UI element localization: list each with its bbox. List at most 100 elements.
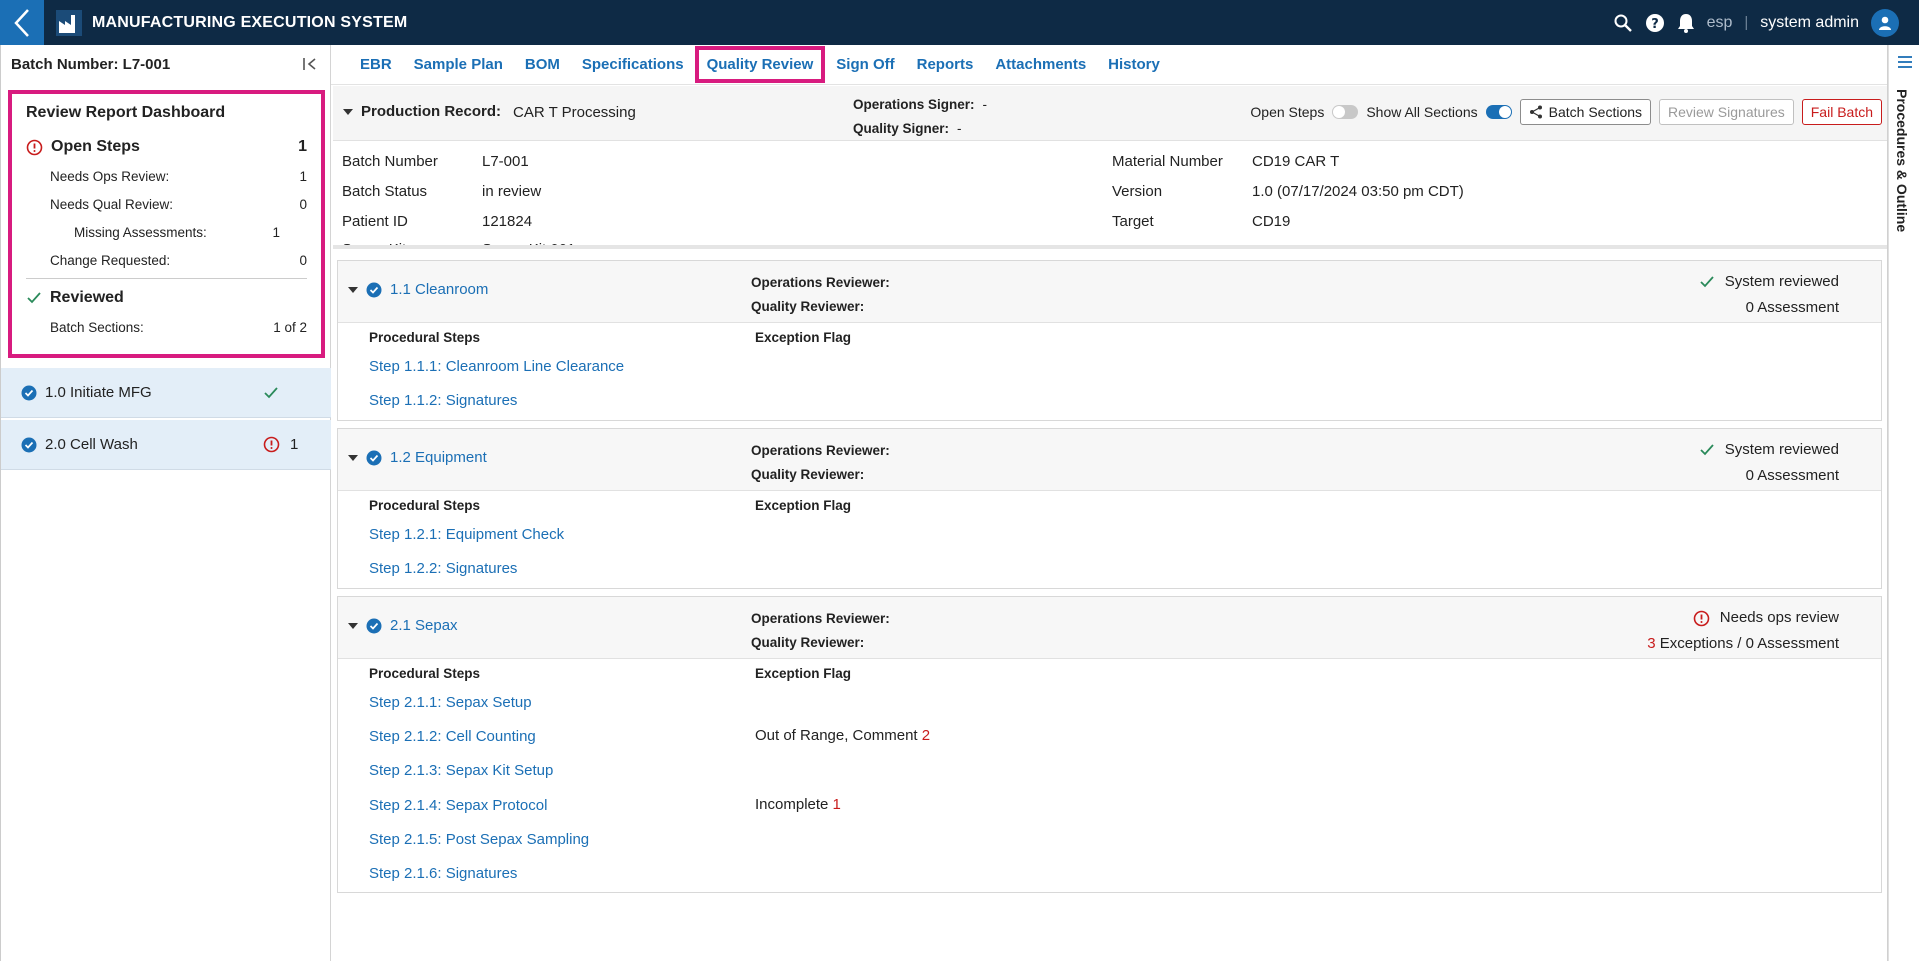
missing-assessments-row[interactable]: Missing Assessments: 1	[26, 225, 280, 240]
quality-signer-value: -	[957, 121, 962, 136]
review-signatures-button[interactable]: Review Signatures	[1659, 99, 1794, 125]
needs-ops-row[interactable]: Needs Ops Review: 1	[26, 169, 307, 184]
field-label: Target	[1112, 213, 1154, 230]
tab-specifications[interactable]: Specifications	[571, 48, 695, 81]
tab-sign-off[interactable]: Sign Off	[825, 48, 905, 81]
section-reviewers: Operations Reviewer: Quality Reviewer:	[751, 271, 890, 319]
step-link[interactable]: Step 2.1.2: Cell Counting	[369, 728, 536, 745]
exception-flag-text: Out of Range, Comment	[755, 727, 918, 744]
operations-reviewer-label: Operations Reviewer:	[751, 443, 890, 458]
top-bar: MANUFACTURING EXECUTION SYSTEM ? esp | s…	[0, 0, 1919, 45]
step-link[interactable]: Step 1.1.1: Cleanroom Line Clearance	[369, 358, 624, 375]
sepax-kit-field: Sepax KitSepax Kit 001	[342, 241, 575, 245]
field-value: 1.0 (07/17/2024 03:50 pm CDT)	[1252, 183, 1464, 200]
quality-reviewer-label: Quality Reviewer:	[751, 635, 865, 650]
collapse-panel-icon[interactable]	[302, 57, 318, 71]
show-all-sections-toggle[interactable]	[1485, 105, 1512, 119]
share-icon	[1529, 105, 1542, 119]
procedural-steps-header: Procedural Steps	[369, 666, 481, 681]
batch-status-field: Batch Status in review	[342, 183, 541, 200]
needs-qual-row[interactable]: Needs Qual Review: 0	[26, 197, 307, 212]
tab-ebr[interactable]: EBR	[349, 48, 403, 81]
needs-qual-count: 0	[299, 197, 307, 212]
sidebar-item-initiate-mfg[interactable]: 1.0 Initiate MFG	[1, 368, 331, 418]
tab-attachments[interactable]: Attachments	[984, 48, 1097, 81]
step-link[interactable]: Step 2.1.4: Sepax Protocol	[369, 797, 547, 814]
batch-sections-button-label: Batch Sections	[1548, 104, 1643, 120]
section-header: 1.2 Equipment Operations Reviewer: Quali…	[338, 429, 1881, 491]
tab-reports[interactable]: Reports	[906, 48, 985, 81]
material-number-field: Material Number CD19 CAR T	[1112, 153, 1339, 170]
language-selector[interactable]: esp	[1707, 14, 1733, 32]
sidebar-item-cell-wash[interactable]: 2.0 Cell Wash 1	[1, 420, 331, 470]
exception-flag: Incomplete 1	[755, 796, 841, 813]
tab-history[interactable]: History	[1097, 48, 1171, 81]
section-reviewers: Operations Reviewer: Quality Reviewer:	[751, 439, 890, 487]
top-right-actions: ? esp | system admin	[1613, 0, 1899, 45]
exceptions-count: 3	[1647, 635, 1656, 652]
sidebar-item-label: 1.0 Initiate MFG	[45, 384, 152, 401]
back-button[interactable]	[0, 0, 44, 45]
open-steps-row[interactable]: Open Steps 1	[26, 138, 307, 156]
procedural-steps-header: Procedural Steps	[369, 498, 481, 513]
check-icon	[1700, 444, 1714, 456]
assessment-text: 0 Assessment	[1745, 299, 1839, 316]
section-toggle[interactable]: 2.1 Sepax	[348, 617, 458, 634]
step-link[interactable]: Step 2.1.3: Sepax Kit Setup	[369, 762, 553, 779]
exception-flag-count[interactable]: 1	[833, 796, 841, 813]
divider: |	[1744, 14, 1749, 31]
batch-sections-row: Batch Sections: 1 of 2	[26, 320, 307, 335]
help-icon[interactable]: ?	[1645, 13, 1665, 33]
step-link[interactable]: Step 1.2.2: Signatures	[369, 560, 517, 577]
section-toggle[interactable]: 1.1 Cleanroom	[348, 281, 488, 298]
step-link[interactable]: Step 1.1.2: Signatures	[369, 392, 517, 409]
procedures-outline-label[interactable]: Procedures & Outline	[1894, 89, 1910, 232]
section-title: 1.2 Equipment	[390, 449, 487, 466]
bell-icon[interactable]	[1677, 13, 1695, 33]
review-section-sepax: 2.1 Sepax Operations Reviewer: Quality R…	[337, 596, 1882, 893]
check-circle-icon	[366, 282, 382, 297]
fail-batch-button[interactable]: Fail Batch	[1801, 99, 1882, 125]
step-link[interactable]: Step 1.2.1: Equipment Check	[369, 526, 564, 543]
section-title: 1.1 Cleanroom	[390, 281, 489, 298]
factory-icon	[56, 9, 82, 36]
field-value: CD19 CAR T	[1252, 153, 1340, 170]
open-steps-label: Open Steps	[51, 138, 140, 155]
open-steps-toggle[interactable]	[1332, 105, 1359, 119]
right-rail[interactable]: Procedures & Outline	[1888, 45, 1919, 961]
version-field: Version 1.0 (07/17/2024 03:50 pm CDT)	[1112, 183, 1464, 200]
search-icon[interactable]	[1613, 13, 1633, 33]
batch-details: Batch Number L7-001 Batch Status in review…	[333, 141, 1887, 249]
status-text: Needs ops review	[1719, 609, 1839, 626]
needs-ops-label: Needs Ops Review:	[50, 169, 170, 184]
step-link[interactable]: Step 2.1.1: Sepax Setup	[369, 694, 532, 711]
svg-text:?: ?	[1651, 17, 1659, 32]
production-record-toggle[interactable]: Production Record:	[343, 103, 501, 120]
section-status: System reviewed 0 Assessment	[1699, 437, 1839, 489]
production-record-bar: Production Record: CAR T Processing Oper…	[333, 86, 1887, 141]
tab-sample-plan[interactable]: Sample Plan	[403, 48, 514, 81]
batch-header: Batch Number: L7-001	[1, 45, 330, 83]
status-text: System reviewed	[1724, 441, 1839, 458]
tab-bom[interactable]: BOM	[514, 48, 571, 81]
signers: Operations Signer: - Quality Signer: -	[853, 93, 987, 141]
assessment-text: 0 Assessment	[1745, 467, 1839, 484]
step-link[interactable]: Step 2.1.6: Signatures	[369, 865, 517, 882]
step-link[interactable]: Step 2.1.5: Post Sepax Sampling	[369, 831, 589, 848]
exception-flag-header: Exception Flag	[755, 330, 852, 345]
section-toggle[interactable]: 1.2 Equipment	[348, 449, 487, 466]
menu-icon[interactable]	[1897, 55, 1913, 69]
check-icon	[27, 292, 41, 304]
batch-sections-button[interactable]: Batch Sections	[1519, 99, 1652, 125]
user-name[interactable]: system admin	[1760, 14, 1859, 32]
assessment-text: Exceptions / 0 Assessment	[1659, 635, 1839, 652]
exception-flag-count[interactable]: 2	[922, 727, 930, 744]
app-title: MANUFACTURING EXECUTION SYSTEM	[92, 13, 408, 31]
reviewed-row[interactable]: Reviewed	[26, 289, 307, 307]
caret-down-icon	[348, 286, 358, 293]
exception-flag-text: Incomplete	[755, 796, 829, 813]
avatar[interactable]	[1871, 8, 1899, 37]
change-requested-row[interactable]: Change Requested: 0	[26, 253, 307, 268]
tab-quality-review[interactable]: Quality Review	[694, 46, 826, 83]
change-requested-count: 0	[299, 253, 307, 268]
